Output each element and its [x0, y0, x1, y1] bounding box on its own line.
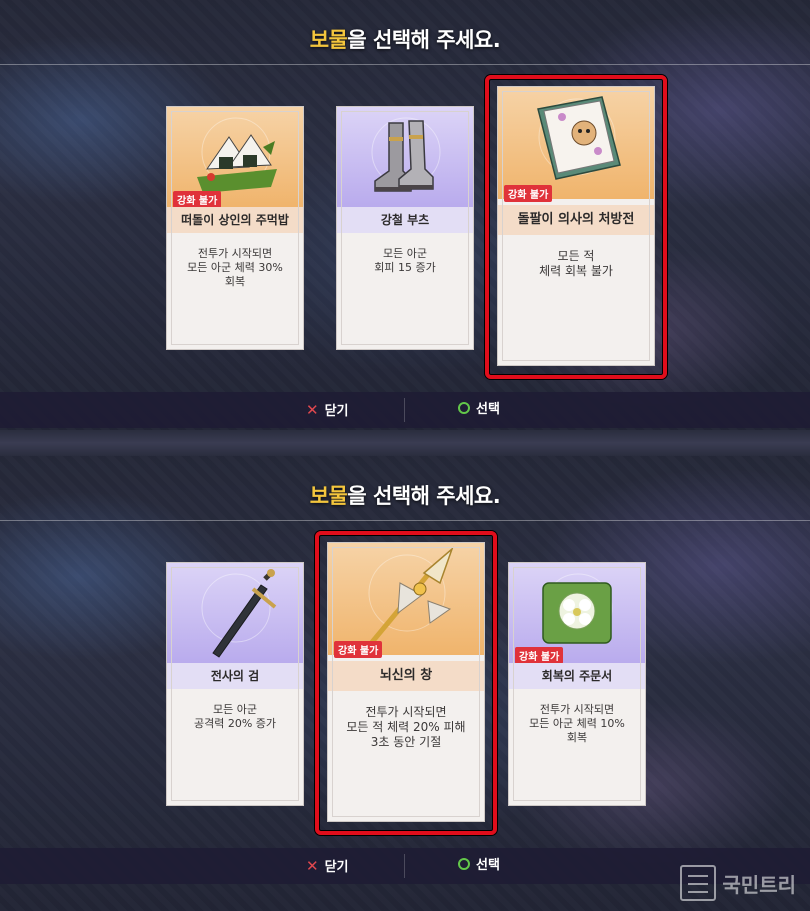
- title-divider: [0, 64, 810, 65]
- watermark-logo-icon: [680, 865, 717, 901]
- card-description: 모든 아군 회피 15 증가: [374, 247, 436, 274]
- page-title: 보물을 선택해 주세요.: [309, 28, 501, 52]
- close-icon: ✕: [306, 401, 319, 419]
- card-art: [328, 543, 484, 655]
- treasure-card-thunder-spear[interactable]: 강화 불가 뇌신의 창 전투가 시작되면 모든 적 체력 20% 피해 3초 동…: [327, 542, 485, 822]
- page-title: 보물을 선택해 주세요.: [309, 484, 501, 508]
- panel-separator: [0, 430, 810, 456]
- treasure-card-rice-ball[interactable]: 강화 불가 떠돌이 상인의 주먹밥 전투가 시작되면 모든 아군 체력 30% …: [166, 106, 304, 350]
- card-name: 떠돌이 상인의 주먹밥: [167, 207, 303, 233]
- card-name: 회복의 주문서: [509, 663, 645, 689]
- treasure-card-warrior-sword[interactable]: 전사의 검 모든 아군 공격력 20% 증가: [166, 562, 304, 806]
- card-description: 전투가 시작되면 모든 아군 체력 30% 회복: [187, 247, 283, 288]
- card-art: [337, 107, 473, 207]
- divider: [404, 854, 405, 878]
- close-button[interactable]: ✕ 닫기: [306, 392, 349, 428]
- select-button[interactable]: 선택: [458, 392, 500, 428]
- select-button[interactable]: 선택: [458, 848, 500, 884]
- prescription-book-icon: [537, 96, 621, 180]
- card-description: 모든 아군 공격력 20% 증가: [193, 703, 277, 730]
- no-upgrade-badge: 강화 불가: [334, 641, 383, 658]
- close-icon: ✕: [306, 857, 319, 875]
- card-name: 강철 부츠: [337, 207, 473, 233]
- treasure-card-prescription[interactable]: 강화 불가 돌팔이 의사의 처방전 모든 적 체력 회복 불가: [497, 86, 655, 366]
- divider: [404, 398, 405, 422]
- no-upgrade-badge: 강화 불가: [504, 185, 553, 202]
- thunder-spear-icon: [366, 546, 454, 649]
- card-description: 전투가 시작되면 모든 적 체력 20% 피해 3초 동안 기절: [346, 705, 466, 749]
- card-description: 전투가 시작되면 모든 아군 체력 10% 회복: [529, 703, 625, 744]
- sword-icon: [201, 569, 277, 658]
- watermark-text: 국민트리: [722, 872, 796, 897]
- card-name: 뇌신의 창: [328, 661, 484, 691]
- circle-icon: [458, 858, 470, 870]
- treasure-select-panel-2: 보물을 선택해 주세요. 전사의 검 모든 아군 공격력 20% 증가 강화 불…: [0, 456, 810, 911]
- card-art: [167, 563, 303, 663]
- steel-boots-icon: [371, 117, 441, 192]
- title-divider: [0, 520, 810, 521]
- card-art: [498, 87, 654, 199]
- close-button[interactable]: ✕ 닫기: [306, 848, 349, 884]
- no-upgrade-badge: 강화 불가: [515, 647, 564, 664]
- action-bar: ✕ 닫기 선택: [0, 392, 810, 428]
- card-name: 돌팔이 의사의 처방전: [498, 205, 654, 235]
- treasure-card-steel-boots[interactable]: 강철 부츠 모든 아군 회피 15 증가: [336, 106, 474, 350]
- card-name: 전사의 검: [167, 663, 303, 689]
- card-description: 모든 적 체력 회복 불가: [539, 249, 613, 278]
- watermark: 국민트리: [680, 865, 796, 901]
- treasure-select-panel-1: 보물을 선택해 주세요. 강화 불가 떠돌이 상인의 주먹밥 전투가 시작되면 …: [0, 0, 810, 430]
- circle-icon: [458, 402, 470, 414]
- treasure-card-healing-scroll[interactable]: 강화 불가 회복의 주문서 전투가 시작되면 모든 아군 체력 10% 회복: [508, 562, 646, 806]
- no-upgrade-badge: 강화 불가: [173, 191, 222, 208]
